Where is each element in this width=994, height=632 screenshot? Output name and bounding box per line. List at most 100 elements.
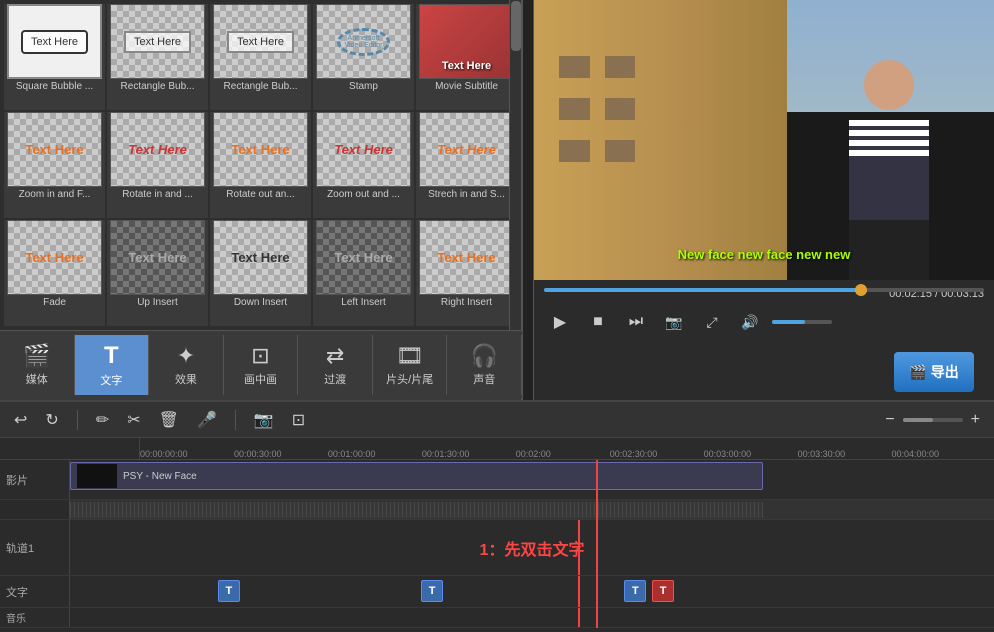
playhead-text-track bbox=[578, 576, 580, 607]
toolbar-picture-label: 画中画 bbox=[244, 371, 277, 387]
scroll-bar[interactable] bbox=[509, 0, 521, 330]
track1-label: 轨道1 bbox=[0, 520, 70, 575]
screenshot-button[interactable]: 📷 bbox=[250, 408, 278, 432]
tl-sep-1 bbox=[77, 410, 78, 430]
volume-button[interactable]: 🔊 bbox=[734, 306, 766, 338]
film-track-row: 影片 PSY - New Face bbox=[0, 460, 994, 500]
toolbar-audio[interactable]: 🎧 声音 bbox=[447, 335, 522, 395]
scroll-thumb[interactable] bbox=[511, 1, 521, 51]
progress-bar[interactable] bbox=[544, 288, 984, 292]
video-scene: New face new face new new bbox=[534, 0, 994, 280]
template-item-6[interactable]: Text Here Rotate in and ... bbox=[107, 112, 208, 218]
export-button[interactable]: 🎬 导出 bbox=[894, 352, 974, 392]
step-forward-button[interactable]: ⏭ bbox=[620, 306, 652, 338]
zoom-out-button[interactable]: − bbox=[881, 409, 898, 431]
template-item-1[interactable]: Text Here Rectangle Bub... bbox=[107, 4, 208, 110]
film-clip[interactable]: PSY - New Face bbox=[70, 462, 763, 490]
template-item-5[interactable]: Text Here Zoom in and F... bbox=[4, 112, 105, 218]
template-grid[interactable]: Text Here Square Bubble ... Text Here Re… bbox=[0, 0, 521, 330]
text-marker-4[interactable]: T bbox=[652, 580, 674, 602]
text-marker-2[interactable]: T bbox=[421, 580, 443, 602]
template-item-13[interactable]: Text Here Left Insert bbox=[313, 220, 414, 326]
ruler-mark-4: 00:02:00 bbox=[516, 449, 551, 459]
template-item-9[interactable]: Text Here Strech in and S... bbox=[416, 112, 517, 218]
film-track-content[interactable]: PSY - New Face bbox=[70, 460, 994, 499]
template-label-6: Rotate in and ... bbox=[121, 187, 194, 202]
template-item-0[interactable]: Text Here Square Bubble ... bbox=[4, 4, 105, 110]
toolbar-transition[interactable]: ⇄ 过渡 bbox=[298, 335, 373, 395]
ruler-mark-0: 00:00:00:00 bbox=[140, 449, 188, 459]
timeline-toolbar: ↩ ↻ ✏ ✂ 🗑 🎤 📷 ⊡ − + bbox=[0, 402, 994, 438]
template-label-8: Zoom out and ... bbox=[326, 187, 401, 202]
text-track-row: 文字 T T T T bbox=[0, 576, 994, 608]
mic-button[interactable]: 🎤 bbox=[193, 408, 221, 432]
template-label-11: Up Insert bbox=[136, 295, 179, 310]
playhead-track1 bbox=[578, 520, 580, 575]
toolbar-media[interactable]: 🎬 媒体 bbox=[0, 335, 75, 395]
scene-building bbox=[534, 0, 787, 280]
export-icon: 🎬 bbox=[909, 364, 926, 381]
template-item-7[interactable]: Text Here Rotate out an... bbox=[210, 112, 311, 218]
template-panel: Text Here Square Bubble ... Text Here Re… bbox=[0, 0, 522, 400]
volume-track[interactable] bbox=[772, 320, 832, 324]
template-label-7: Rotate out an... bbox=[225, 187, 295, 202]
toolbar-effects[interactable]: ✦ 效果 bbox=[149, 335, 224, 395]
ruler-mark-3: 00:01:30:00 bbox=[422, 449, 470, 459]
fullscreen-button[interactable]: ⤢ bbox=[696, 306, 728, 338]
film-track-label: 影片 bbox=[0, 460, 70, 499]
delete-button[interactable]: 🗑 bbox=[155, 408, 183, 432]
play-button[interactable]: ▶ bbox=[544, 306, 576, 338]
text-track-content[interactable]: T T T T bbox=[70, 576, 994, 607]
ruler-mark-6: 00:03:00:00 bbox=[704, 449, 752, 459]
film-clip-label: PSY - New Face bbox=[123, 471, 197, 482]
redo-button[interactable]: ↻ bbox=[41, 408, 62, 432]
template-item-14[interactable]: Text Here Right Insert bbox=[416, 220, 517, 326]
template-item-3[interactable]: AnmersoftVideo Editor Stamp bbox=[313, 4, 414, 110]
audio-waveform-content bbox=[70, 500, 994, 519]
playhead-audio-track bbox=[578, 608, 580, 627]
template-item-10[interactable]: Text Here Fade bbox=[4, 220, 105, 326]
toolbar-text-label: 文字 bbox=[100, 372, 122, 388]
progress-thumb[interactable] bbox=[855, 284, 867, 296]
person-body bbox=[849, 120, 929, 220]
track1-content[interactable]: 1：先双击文字 bbox=[70, 520, 994, 575]
tl-sep-2 bbox=[235, 410, 236, 430]
ruler-mark-8: 00:04:00:00 bbox=[892, 449, 940, 459]
template-item-4[interactable]: Text Here Movie Subtitle bbox=[416, 4, 517, 110]
zoom-fill bbox=[903, 418, 933, 422]
template-item-2[interactable]: Text Here Rectangle Bub... bbox=[210, 4, 311, 110]
text-marker-3[interactable]: T bbox=[624, 580, 646, 602]
zoom-track[interactable] bbox=[903, 418, 963, 422]
toolbar-text[interactable]: T 文字 bbox=[75, 335, 150, 395]
template-item-8[interactable]: Text Here Zoom out and ... bbox=[313, 112, 414, 218]
ruler-mark-5: 00:02:30:00 bbox=[610, 449, 658, 459]
toolbar-headtail[interactable]: 🎞 片头/片尾 bbox=[373, 335, 448, 395]
text-marker-1[interactable]: T bbox=[218, 580, 240, 602]
text-track-label: 文字 bbox=[0, 576, 70, 607]
volume-fill bbox=[772, 320, 805, 324]
template-item-12[interactable]: Text Here Down Insert bbox=[210, 220, 311, 326]
cut-button[interactable]: ✂ bbox=[123, 408, 144, 432]
audio-track-content[interactable] bbox=[70, 608, 994, 627]
picture-icon: ⊡ bbox=[251, 343, 269, 369]
toolbar-media-label: 媒体 bbox=[26, 371, 48, 387]
template-item-11[interactable]: Text Here Up Insert bbox=[107, 220, 208, 326]
subtitle-bar: New face new face new new bbox=[534, 247, 994, 262]
ruler-marks: 00:00:00:00 00:00:30:00 00:01:00:00 00:0… bbox=[140, 437, 994, 459]
template-label-9: Strech in and S... bbox=[427, 187, 506, 202]
ruler-mark-7: 00:03:30:00 bbox=[798, 449, 846, 459]
toolbar-picture[interactable]: ⊡ 画中画 bbox=[224, 335, 299, 395]
subtitle-text: New face new face new new bbox=[534, 247, 994, 262]
undo-button[interactable]: ↩ bbox=[10, 408, 31, 432]
more-button[interactable]: ⊡ bbox=[288, 408, 309, 432]
thumb-text-0: Text Here bbox=[21, 30, 88, 54]
audio-waveform-row bbox=[0, 500, 994, 520]
snapshot-button[interactable]: 📷 bbox=[658, 306, 690, 338]
headtail-icon: 🎞 bbox=[396, 343, 424, 369]
edit-button[interactable]: ✏ bbox=[92, 408, 113, 432]
zoom-in-button[interactable]: + bbox=[967, 409, 984, 431]
playback-controls: 00:02:15 / 00:03:13 ▶ ■ ⏭ 📷 ⤢ 🔊 🎬 导出 bbox=[534, 280, 994, 400]
track1-row: 轨道1 1：先双击文字 bbox=[0, 520, 994, 576]
toolbar-transition-label: 过渡 bbox=[324, 371, 346, 387]
stop-button[interactable]: ■ bbox=[582, 306, 614, 338]
